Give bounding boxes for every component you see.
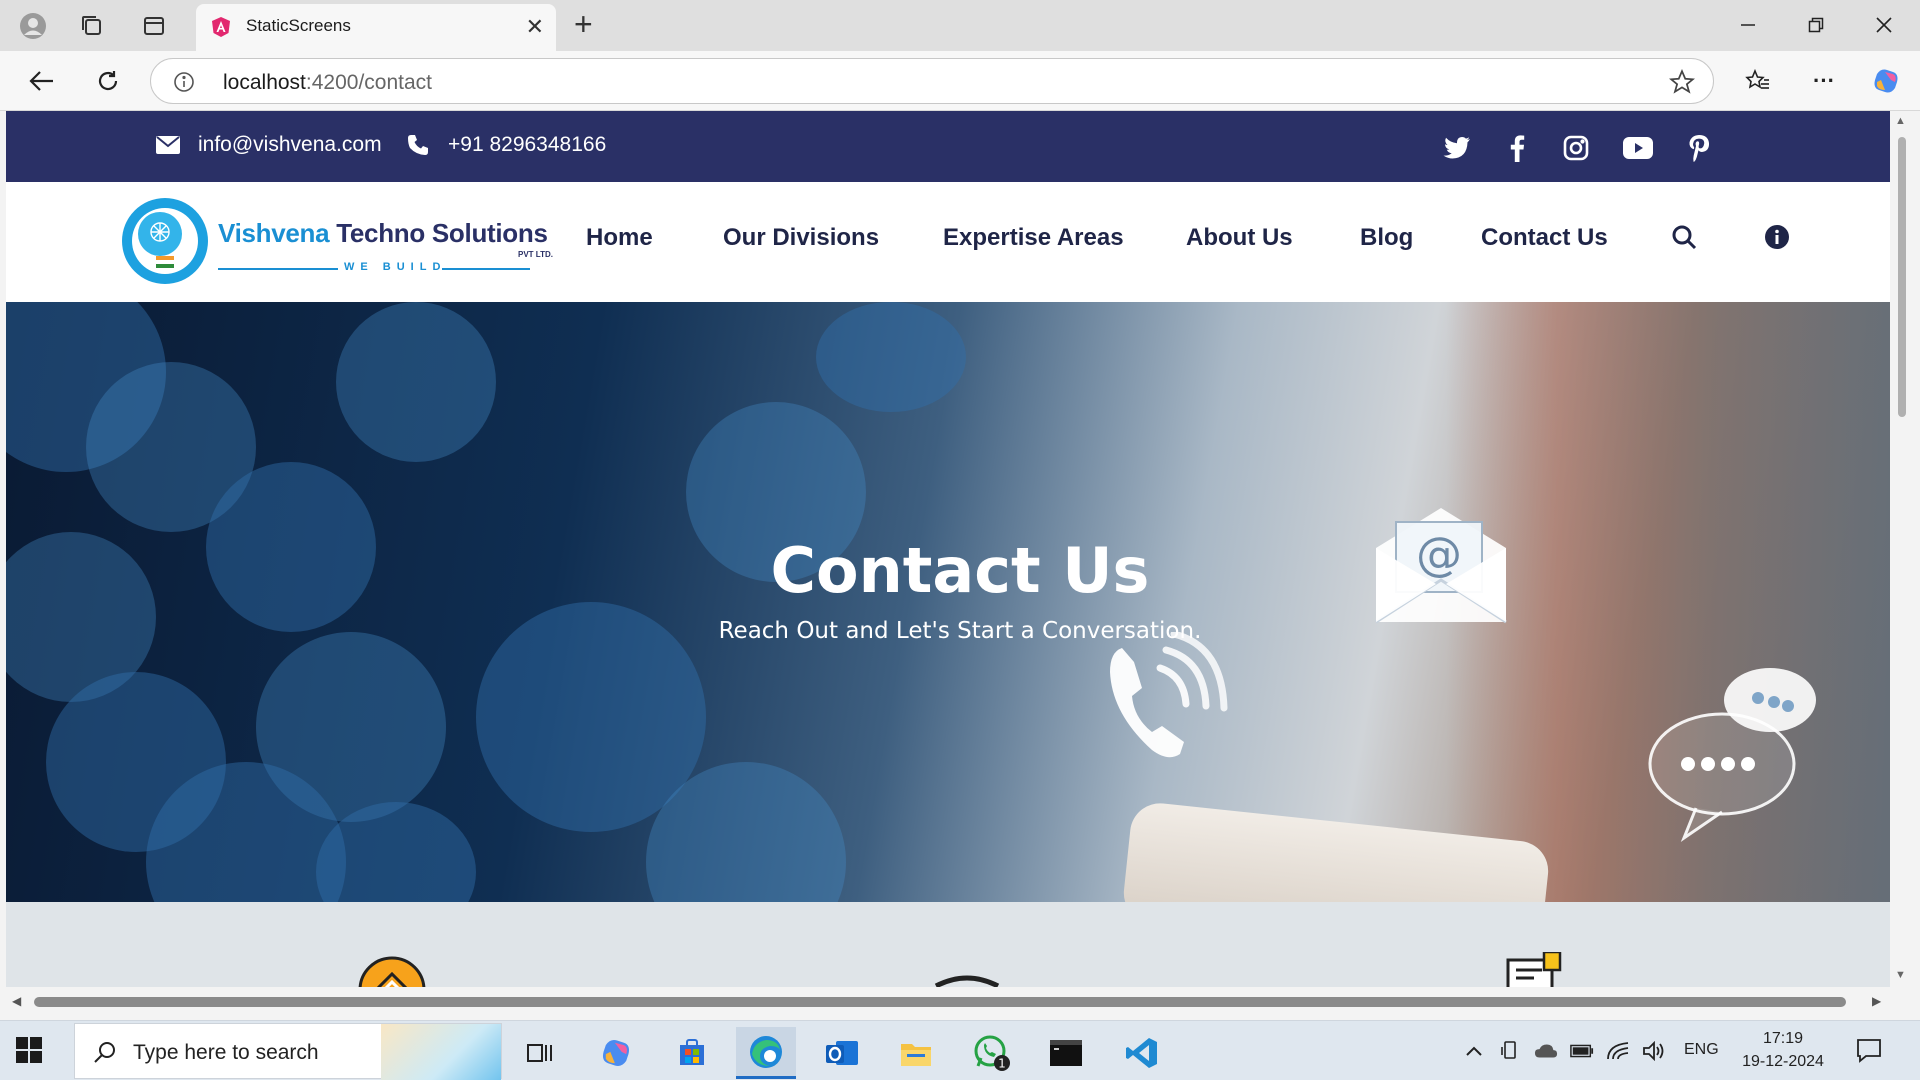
battery-icon[interactable] xyxy=(1570,1039,1594,1063)
file-explorer-icon[interactable] xyxy=(886,1027,946,1079)
edge-browser-icon[interactable] xyxy=(736,1027,796,1079)
active-tab[interactable]: StaticScreens ✕ xyxy=(196,4,556,51)
pinterest-icon[interactable] xyxy=(1682,131,1716,165)
hero-subtitle: Reach Out and Let's Start a Conversation… xyxy=(718,618,1202,644)
hero-banner: @ Contact Us Reach Out and Let's Start a… xyxy=(6,302,1890,902)
system-clock[interactable]: 17:19 19-12-2024 xyxy=(1730,1027,1836,1073)
whatsapp-badge: 1 xyxy=(998,1057,1006,1071)
microsoft-store-icon[interactable] xyxy=(662,1027,722,1079)
page-viewport: info@vishvena.com +91 8296348166 Vishven… xyxy=(6,111,1890,987)
notifications-icon[interactable] xyxy=(1856,1037,1882,1068)
site-info-icon[interactable] xyxy=(173,71,195,98)
search-placeholder: Type here to search xyxy=(133,1041,319,1064)
whatsapp-icon[interactable]: 1 xyxy=(962,1027,1022,1079)
search-icon xyxy=(93,1040,117,1069)
main-navbar: Vishvena Techno Solutions PVT LTD. WE BU… xyxy=(6,182,1890,302)
email-link[interactable]: info@vishvena.com xyxy=(156,133,382,157)
close-window-icon[interactable] xyxy=(1864,8,1904,42)
email-text: info@vishvena.com xyxy=(198,133,382,156)
copilot-app-icon[interactable] xyxy=(586,1027,646,1079)
copilot-icon[interactable] xyxy=(1870,65,1902,97)
windows-taskbar: Type here to search 1 ENG 17:19 19-12-20… xyxy=(0,1020,1920,1080)
nav-our-divisions[interactable]: Our Divisions xyxy=(723,224,879,252)
search-highlight-image xyxy=(381,1024,501,1080)
contact-info-section xyxy=(6,902,1890,987)
angular-icon xyxy=(210,16,232,38)
tab-title: StaticScreens xyxy=(246,16,351,35)
phone-text: +91 8296348166 xyxy=(448,133,607,156)
facebook-icon[interactable] xyxy=(1500,131,1534,165)
logo-name: Vishvena Techno Solutions xyxy=(218,218,548,248)
address-icon xyxy=(358,956,426,987)
onedrive-icon[interactable] xyxy=(1534,1039,1558,1063)
collections-icon[interactable] xyxy=(74,8,110,44)
nav-expertise-areas[interactable]: Expertise Areas xyxy=(943,224,1124,252)
terminal-icon[interactable] xyxy=(1036,1027,1096,1079)
vertical-tabs-icon[interactable] xyxy=(136,8,172,44)
language-indicator[interactable]: ENG xyxy=(1684,1041,1719,1059)
clock-date: 19-12-2024 xyxy=(1742,1053,1824,1070)
device-icon[interactable] xyxy=(1498,1039,1522,1063)
company-logo[interactable]: Vishvena Techno Solutions PVT LTD. WE BU… xyxy=(122,198,562,284)
phone-icon xyxy=(408,135,428,155)
vertical-scroll-thumb[interactable] xyxy=(1898,137,1906,417)
phone-contact-icon xyxy=(932,974,1002,987)
nav-about-us[interactable]: About Us xyxy=(1186,224,1293,252)
outlook-icon[interactable] xyxy=(812,1027,872,1079)
url-text: localhost:4200/contact xyxy=(223,71,432,94)
clock-time: 17:19 xyxy=(1762,1030,1804,1047)
back-icon[interactable] xyxy=(24,63,60,99)
windows-start-icon[interactable] xyxy=(16,1037,42,1068)
phone-link[interactable]: +91 8296348166 xyxy=(406,133,606,157)
taskbar-search-box[interactable]: Type here to search xyxy=(74,1023,502,1080)
vertical-scrollbar[interactable]: ▲ ▼ xyxy=(1890,111,1914,987)
close-tab-icon[interactable]: ✕ xyxy=(526,14,544,40)
wifi-icon[interactable] xyxy=(1606,1039,1630,1063)
profile-icon[interactable] xyxy=(15,8,51,44)
task-view-icon[interactable] xyxy=(510,1027,570,1079)
favorite-star-icon[interactable] xyxy=(1668,68,1696,100)
search-icon[interactable] xyxy=(1669,222,1699,252)
nav-contact-us[interactable]: Contact Us xyxy=(1481,224,1608,252)
nav-blog[interactable]: Blog xyxy=(1360,224,1413,252)
horizontal-scroll-thumb[interactable] xyxy=(34,997,1846,1007)
minimize-icon[interactable] xyxy=(1728,8,1768,42)
top-contact-bar: info@vishvena.com +91 8296348166 xyxy=(6,111,1890,182)
more-options-icon[interactable]: ··· xyxy=(1808,65,1840,97)
refresh-icon[interactable] xyxy=(90,63,126,99)
browser-tab-bar: StaticScreens ✕ + xyxy=(0,0,1920,51)
address-bar-row: localhost:4200/contact ··· xyxy=(0,51,1920,111)
logo-emblem xyxy=(122,198,208,284)
info-icon[interactable] xyxy=(1762,222,1792,252)
horizontal-scrollbar[interactable]: ◀ ▶ xyxy=(6,989,1890,1013)
chat-bubbles-icon xyxy=(1640,662,1830,867)
twitter-icon[interactable] xyxy=(1440,131,1474,165)
youtube-icon[interactable] xyxy=(1621,131,1655,165)
logo-tagline: WE BUILD xyxy=(344,261,447,273)
nav-home[interactable]: Home xyxy=(586,224,653,252)
restore-icon[interactable] xyxy=(1796,8,1836,42)
show-hidden-icons-icon[interactable] xyxy=(1462,1039,1486,1063)
hero-title: Contact Us xyxy=(770,534,1150,607)
instagram-icon[interactable] xyxy=(1559,131,1593,165)
logo-suffix: PVT LTD. xyxy=(518,250,553,259)
envelope-icon xyxy=(156,136,180,154)
phone-call-icon xyxy=(1096,630,1236,777)
new-tab-icon[interactable]: + xyxy=(574,6,593,43)
favorites-icon[interactable] xyxy=(1742,65,1774,97)
volume-icon[interactable] xyxy=(1642,1039,1666,1063)
url-field[interactable]: localhost:4200/contact xyxy=(150,58,1714,104)
vscode-icon[interactable] xyxy=(1112,1027,1172,1079)
message-form-icon xyxy=(1506,950,1566,987)
